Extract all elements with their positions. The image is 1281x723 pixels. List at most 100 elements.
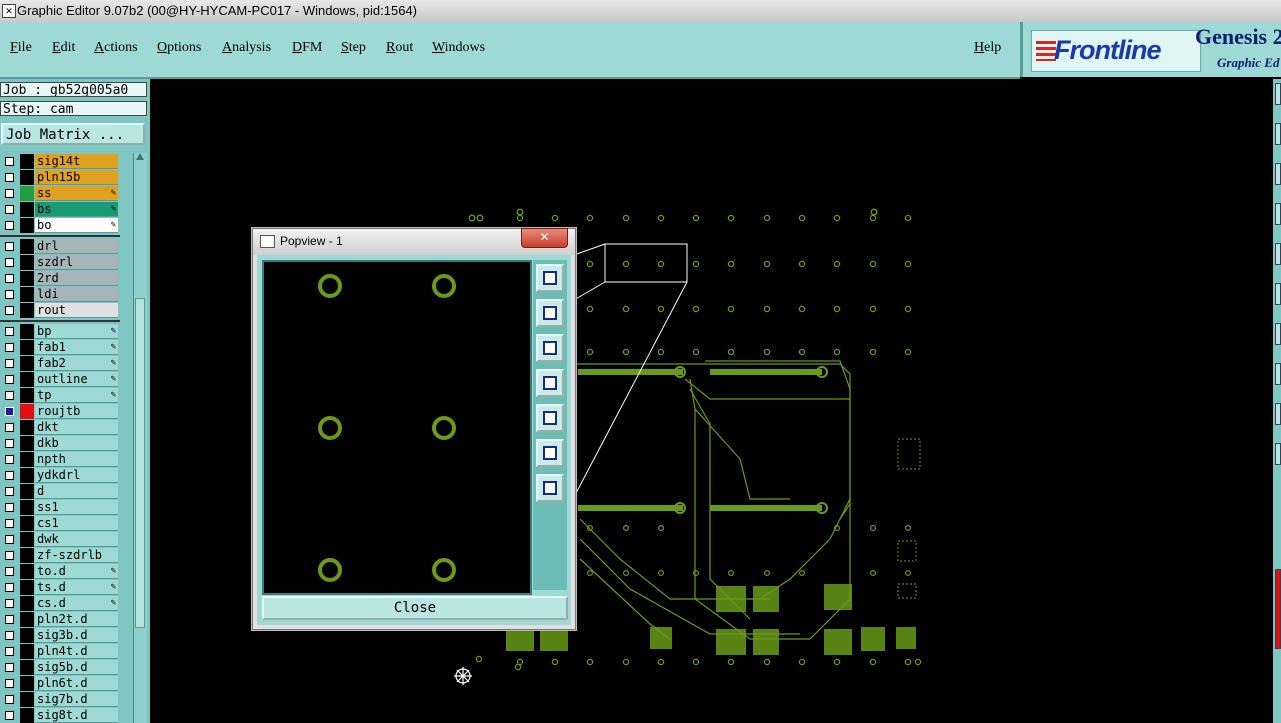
layer-row[interactable]: roujtb [0,404,120,419]
layer-checkbox[interactable] [5,189,14,198]
scroll-thumb[interactable] [135,298,145,628]
layer-checkbox[interactable] [5,375,14,384]
layer-display-swatch[interactable] [20,255,34,270]
right-tool-button[interactable] [1275,203,1281,225]
layer-display-swatch[interactable] [20,154,34,169]
layer-row[interactable]: fab1 ✎ [0,340,120,355]
layer-checkbox[interactable] [5,258,14,267]
layer-row[interactable]: szdrl [0,255,120,270]
layer-name[interactable]: tp ✎ [35,388,118,403]
layer-display-swatch[interactable] [20,372,34,387]
layer-display-swatch[interactable] [20,468,34,483]
right-tool-button[interactable] [1275,243,1281,265]
layer-name[interactable]: ss ✎ [35,186,118,201]
layer-display-swatch[interactable] [20,420,34,435]
popview-window[interactable]: Popview - 1 ✕ Close [252,228,576,630]
layer-row[interactable]: sig8t.d [0,708,120,723]
layer-row[interactable]: dwk [0,532,120,547]
pan-right-button[interactable] [536,404,564,432]
layer-row[interactable]: sig5b.d [0,660,120,675]
layer-checkbox[interactable] [5,471,14,480]
layer-checkbox[interactable] [5,519,14,528]
layer-name[interactable]: sig8t.d [35,708,118,723]
layer-name[interactable]: npth [35,452,118,467]
layer-checkbox[interactable] [5,274,14,283]
layer-checkbox[interactable] [5,391,14,400]
layer-name[interactable]: ss1 [35,500,118,515]
right-tool-button[interactable] [1275,123,1281,145]
layer-row[interactable]: rout [0,303,120,318]
layer-display-swatch[interactable] [20,612,34,627]
layer-name[interactable]: sig3b.d [35,628,118,643]
layer-display-swatch[interactable] [20,356,34,371]
layer-checkbox[interactable] [5,439,14,448]
layer-name[interactable]: ts.d ✎ [35,580,118,595]
layer-display-swatch[interactable] [20,548,34,563]
layer-display-swatch[interactable] [20,676,34,691]
layer-display-swatch[interactable] [20,580,34,595]
layer-checkbox[interactable] [5,551,14,560]
layer-row[interactable]: pln6t.d [0,676,120,691]
layer-display-swatch[interactable] [20,532,34,547]
close-button[interactable]: Close [262,596,568,620]
layer-checkbox[interactable] [5,359,14,368]
layer-name[interactable]: outline ✎ [35,372,118,387]
layer-name[interactable]: zf-szdrlb [35,548,118,563]
right-tool-button[interactable] [1275,283,1281,305]
popview-titlebar[interactable]: Popview - 1 ✕ [253,228,575,255]
right-tool-button[interactable] [1275,443,1281,465]
layer-row[interactable]: pln15b [0,170,120,185]
layer-display-swatch[interactable] [20,692,34,707]
layer-checkbox[interactable] [5,455,14,464]
layer-row[interactable]: ts.d ✎ [0,580,120,595]
layer-name[interactable]: roujtb [35,404,118,419]
layer-name[interactable]: dwk [35,532,118,547]
menu-rout[interactable]: Rout [386,40,413,56]
layer-row[interactable]: pln4t.d [0,644,120,659]
layer-display-swatch[interactable] [20,202,34,217]
layer-name[interactable]: ydkdrl [35,468,118,483]
layer-display-swatch[interactable] [20,628,34,643]
layer-row[interactable]: sig14t [0,154,120,169]
layer-display-swatch[interactable] [20,324,34,339]
layer-checkbox[interactable] [5,306,14,315]
layer-checkbox[interactable] [5,221,14,230]
layer-display-swatch[interactable] [20,644,34,659]
layer-name[interactable]: sig14t [35,154,118,169]
layer-name[interactable]: fab1 ✎ [35,340,118,355]
layer-checkbox[interactable] [5,647,14,656]
layer-name[interactable]: szdrl [35,255,118,270]
layer-name[interactable]: pln2t.d [35,612,118,627]
layer-name[interactable]: bs ✎ [35,202,118,217]
layer-checkbox[interactable] [5,157,14,166]
layer-display-swatch[interactable] [20,708,34,723]
layer-row[interactable]: tp ✎ [0,388,120,403]
layer-name[interactable]: rout [35,303,118,318]
menu-file[interactable]: File [10,40,32,56]
menu-step[interactable]: Step [341,40,366,56]
layer-name[interactable]: bp ✎ [35,324,118,339]
close-icon[interactable]: ✕ [521,228,568,248]
layer-scrollbar[interactable] [133,153,147,723]
layer-row[interactable]: sig7b.d [0,692,120,707]
zoom-in-button[interactable] [536,264,564,292]
menu-options[interactable]: Options [157,40,201,56]
layer-row[interactable]: zf-szdrlb [0,548,120,563]
pan-left-button[interactable] [536,369,564,397]
layer-row[interactable]: dkb [0,436,120,451]
layer-row[interactable]: pln2t.d [0,612,120,627]
pan-up-button[interactable] [536,299,564,327]
layer-checkbox[interactable] [5,327,14,336]
layer-display-swatch[interactable] [20,218,34,233]
layer-checkbox[interactable] [5,487,14,496]
layer-name[interactable]: sig5b.d [35,660,118,675]
layer-name[interactable]: ldi [35,287,118,302]
layer-display-swatch[interactable] [20,404,34,419]
layer-row[interactable]: to.d ✎ [0,564,120,579]
layer-display-swatch[interactable] [20,239,34,254]
layer-display-swatch[interactable] [20,516,34,531]
layer-row[interactable]: ss ✎ [0,186,120,201]
layer-display-swatch[interactable] [20,388,34,403]
scroll-up-icon[interactable] [136,153,144,160]
popview-canvas[interactable] [262,260,532,595]
